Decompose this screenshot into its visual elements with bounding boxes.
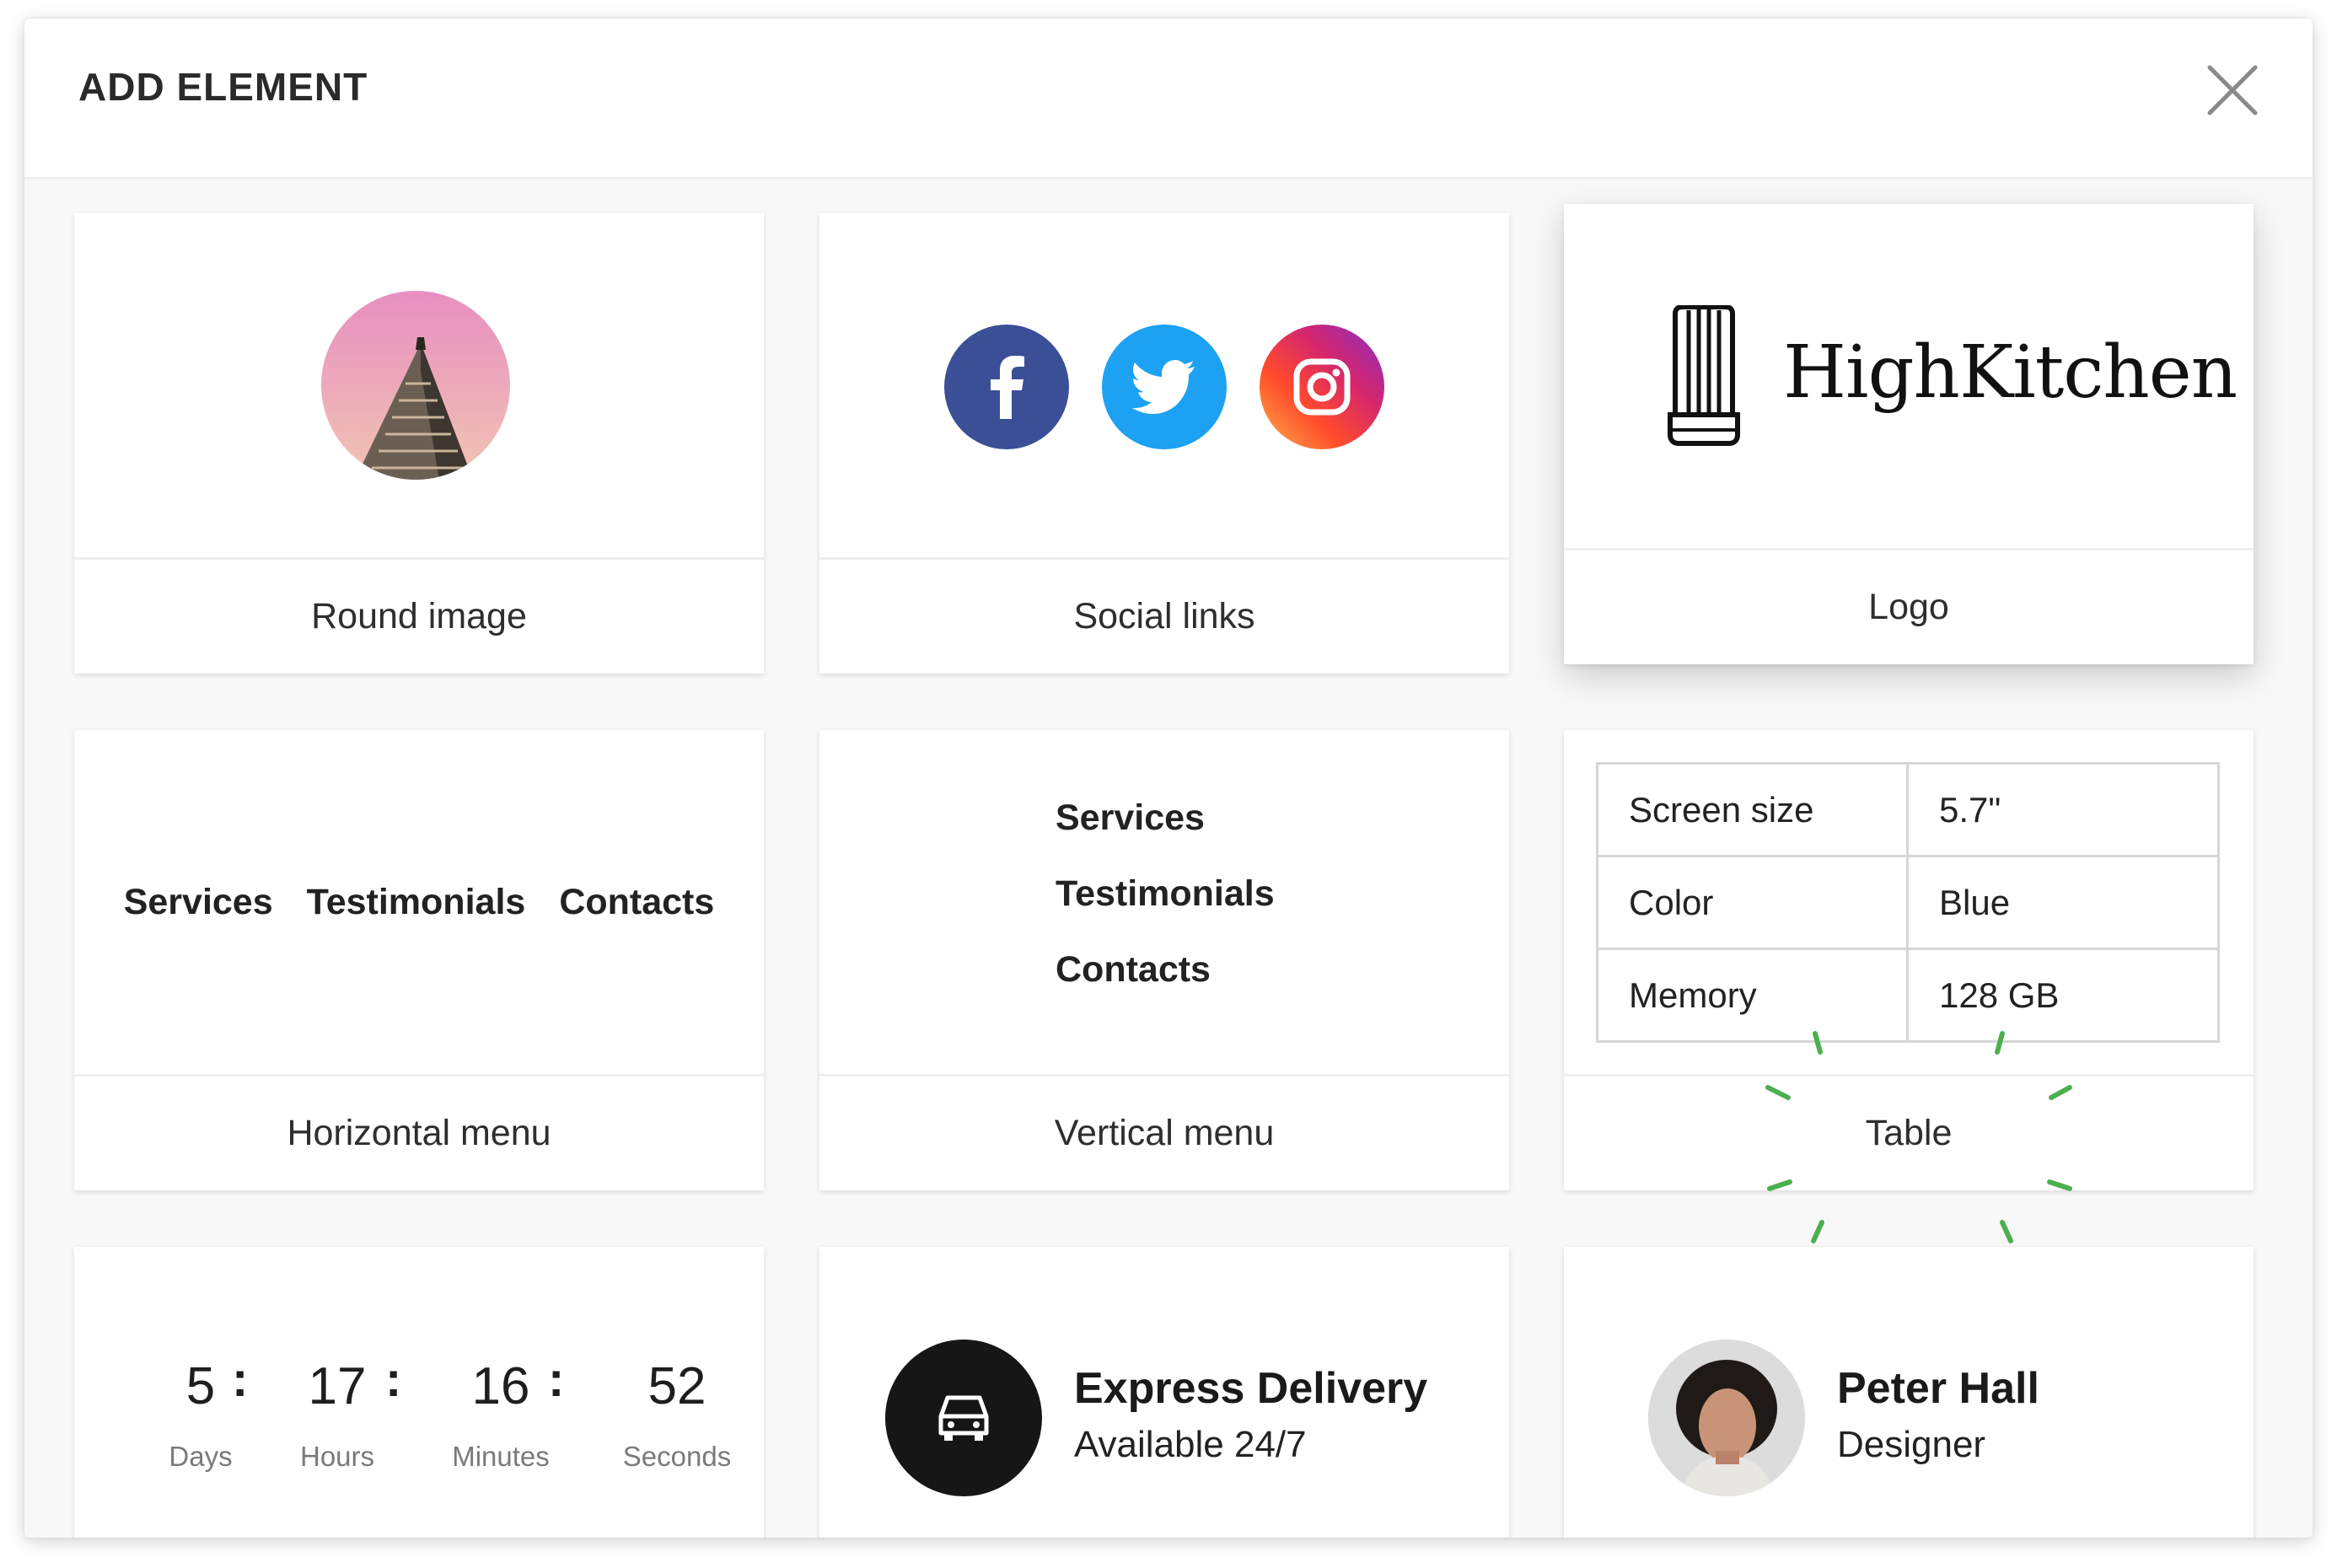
countdown-unit: Seconds: [622, 1441, 732, 1472]
menu-item: Testimonials: [1056, 873, 1275, 914]
element-card-feature[interactable]: Express Delivery Available 24/7: [819, 1247, 1509, 1538]
menu-item: Contacts: [1056, 949, 1211, 990]
logo-text: HighKitchen: [1783, 330, 2238, 415]
countdown-unit: Hours: [299, 1441, 375, 1472]
table-cell: Color: [1596, 855, 1909, 950]
menu-item: Services: [123, 881, 273, 922]
card-label: Table: [1564, 1074, 2254, 1190]
table-row: Memory 128 GB: [1596, 948, 2220, 1043]
countdown-preview: 5 : 17 : 16 : 52 Days Hours Minutes Seco…: [74, 1247, 764, 1538]
add-element-dialog: ADD ELEMENT Round image Social links Hig…: [24, 19, 2313, 1538]
table-cell: Memory: [1596, 948, 1909, 1043]
menu-item: Services: [1056, 797, 1205, 838]
feature-title: Express Delivery: [1074, 1364, 1428, 1413]
element-card-vertical-menu[interactable]: Services Testimonials Contacts Vertical …: [819, 730, 1509, 1190]
menu-item: Testimonials: [306, 881, 526, 922]
countdown-separator: :: [232, 1352, 249, 1407]
countdown-unit: Days: [169, 1441, 233, 1472]
table-cell: 128 GB: [1906, 948, 2220, 1043]
table-cell: 5.7": [1906, 762, 2220, 857]
table-cell: Blue: [1906, 855, 2220, 950]
chef-hat-icon: [1668, 305, 1740, 446]
element-card-social-links[interactable]: Social links: [819, 213, 1509, 674]
card-preview: HighKitchen: [1564, 204, 2254, 548]
element-card-person[interactable]: Peter Hall Designer: [1564, 1247, 2254, 1538]
delivery-badge: [885, 1340, 1042, 1496]
car-icon: [938, 1395, 989, 1441]
dialog-header: ADD ELEMENT: [24, 19, 2313, 179]
feature-subtitle: Available 24/7: [1074, 1424, 1307, 1465]
table-row: Color Blue: [1596, 855, 2220, 950]
person-role: Designer: [1837, 1424, 1986, 1465]
twitter-icon: [1102, 325, 1227, 449]
avatar: [1648, 1340, 1805, 1496]
menu-item: Contacts: [559, 881, 715, 922]
card-preview: Services Testimonials Contacts: [74, 730, 764, 1074]
element-card-round-image[interactable]: Round image: [74, 213, 764, 674]
card-preview: Screen size 5.7" Color Blue Memory 128 G…: [1564, 730, 2254, 1074]
element-card-table[interactable]: Screen size 5.7" Color Blue Memory 128 G…: [1564, 730, 2254, 1243]
element-card-countdown[interactable]: 5 : 17 : 16 : 52 Days Hours Minutes Seco…: [74, 1247, 764, 1538]
dialog-title: ADD ELEMENT: [78, 65, 368, 109]
countdown-seconds: 52: [647, 1357, 706, 1415]
horizontal-menu-preview: Services Testimonials Contacts: [74, 730, 764, 1074]
vertical-menu-preview: Services Testimonials Contacts: [1056, 797, 1275, 990]
card-label: Round image: [74, 557, 764, 674]
countdown-separator: :: [385, 1352, 402, 1407]
table-cell: Screen size: [1596, 762, 1909, 857]
logo-preview: HighKitchen: [1564, 204, 2254, 548]
countdown-unit: Minutes: [452, 1441, 550, 1472]
close-icon: [2207, 65, 2258, 115]
card-preview: [74, 213, 764, 557]
card-label: Logo: [1564, 548, 2254, 664]
countdown-separator: :: [548, 1352, 565, 1407]
element-card-horizontal-menu[interactable]: Services Testimonials Contacts Horizonta…: [74, 730, 764, 1190]
instagram-icon: [1260, 325, 1384, 449]
element-card-logo[interactable]: HighKitchen Logo: [1564, 204, 2254, 664]
card-label: Horizontal menu: [74, 1074, 764, 1190]
countdown-hours: 17: [308, 1357, 367, 1415]
table-row: Screen size 5.7": [1596, 762, 2220, 857]
card-label: Social links: [819, 557, 1509, 674]
card-label: Vertical menu: [819, 1074, 1509, 1190]
card-preview: Services Testimonials Contacts: [819, 730, 1509, 1074]
round-image-preview: [321, 291, 510, 480]
table-preview: Screen size 5.7" Color Blue Memory 128 G…: [1596, 762, 2220, 1043]
person-name: Peter Hall: [1837, 1364, 2039, 1413]
close-button[interactable]: [2203, 61, 2262, 120]
card-preview: [819, 213, 1509, 557]
facebook-icon: [944, 325, 1069, 449]
